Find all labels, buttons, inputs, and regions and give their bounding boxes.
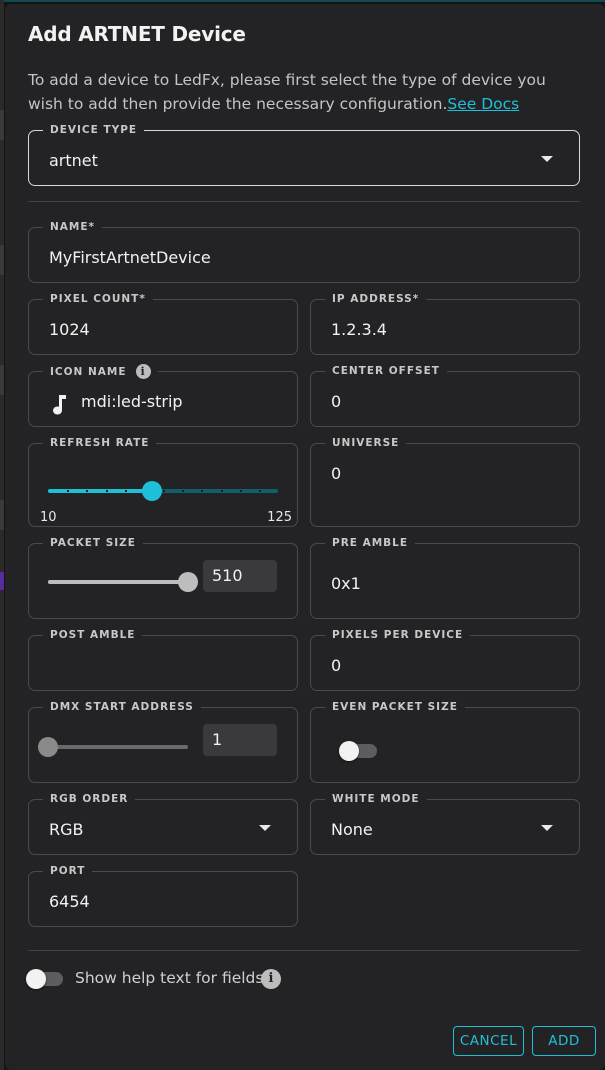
center-offset-label: CENTER OFFSET xyxy=(325,364,447,378)
packet-size-fill xyxy=(48,580,188,584)
background-mark xyxy=(0,365,4,395)
even-packet-size-toggle-thumb[interactable] xyxy=(339,741,359,761)
background-accent xyxy=(0,572,4,590)
background-mark xyxy=(0,110,4,140)
slider-tick-mark xyxy=(67,490,70,492)
slider-tick-mark xyxy=(86,490,89,492)
pre-amble-field[interactable]: PRE AMBLE 0x1 xyxy=(310,536,580,619)
dialog-description: To add a device to LedFx, please first s… xyxy=(28,68,573,116)
slider-tick-mark xyxy=(220,490,223,492)
ip-address-value: 1.2.3.4 xyxy=(331,320,387,339)
info-icon[interactable]: i xyxy=(135,364,151,379)
music-note-icon xyxy=(53,395,66,415)
pre-amble-label: PRE AMBLE xyxy=(325,536,416,550)
pixel-count-field[interactable]: PIXEL COUNT* 1024 xyxy=(28,292,298,355)
ip-address-label: IP ADDRESS* xyxy=(325,292,427,306)
add-button[interactable]: ADD xyxy=(532,1026,596,1056)
info-icon[interactable]: i xyxy=(261,969,281,989)
device-type-value: artnet xyxy=(49,151,98,170)
icon-name-field[interactable]: ICON NAME i mdi:led-strip xyxy=(28,364,298,427)
icon-name-label: ICON NAME xyxy=(50,365,127,378)
name-label: NAME* xyxy=(43,220,103,234)
dmx-start-address-label: DMX START ADDRESS xyxy=(43,700,201,714)
port-label: PORT xyxy=(43,864,93,878)
see-docs-link[interactable]: See Docs xyxy=(447,95,519,113)
background-top-line xyxy=(0,0,605,2)
dmx-start-address-field: DMX START ADDRESS 1 xyxy=(28,700,298,783)
rgb-order-value: RGB xyxy=(49,820,84,839)
device-type-label: DEVICE TYPE xyxy=(43,123,145,137)
packet-size-input[interactable]: 510 xyxy=(203,560,277,592)
universe-field[interactable]: UNIVERSE 0 xyxy=(310,436,580,527)
center-offset-value: 0 xyxy=(331,392,342,411)
background-mark xyxy=(0,500,4,530)
divider xyxy=(28,950,580,951)
help-text-toggle-thumb[interactable] xyxy=(26,969,46,989)
port-field[interactable]: PORT 6454 xyxy=(28,864,298,927)
white-mode-value: None xyxy=(331,820,373,839)
rgb-order-select[interactable]: RGB ORDER RGB xyxy=(28,792,298,855)
add-device-dialog: Add ARTNET Device To add a device to Led… xyxy=(5,4,605,1070)
rgb-order-label: RGB ORDER xyxy=(43,792,136,806)
pixel-count-value: 1024 xyxy=(49,320,90,339)
post-amble-label: POST AMBLE xyxy=(43,628,143,642)
universe-label: UNIVERSE xyxy=(325,436,407,450)
port-value: 6454 xyxy=(49,892,90,911)
center-offset-field[interactable]: CENTER OFFSET 0 xyxy=(310,364,580,427)
chevron-down-icon xyxy=(541,156,553,162)
packet-size-field: PACKET SIZE 510 xyxy=(28,536,298,619)
cancel-button[interactable]: CANCEL xyxy=(453,1026,524,1056)
slider-tick-mark xyxy=(182,490,185,492)
white-mode-select[interactable]: WHITE MODE None xyxy=(310,792,580,855)
background-mark xyxy=(0,245,4,275)
pixels-per-device-label: PIXELS PER DEVICE xyxy=(325,628,471,642)
even-packet-size-field: EVEN PACKET SIZE xyxy=(310,700,580,783)
ip-address-field[interactable]: IP ADDRESS* 1.2.3.4 xyxy=(310,292,580,355)
slider-tick-mark xyxy=(258,490,261,492)
slider-tick-mark xyxy=(201,490,204,492)
even-packet-size-label: EVEN PACKET SIZE xyxy=(325,700,465,714)
refresh-rate-max: 125 xyxy=(267,510,292,525)
dmx-start-address-thumb[interactable] xyxy=(38,737,58,757)
dmx-start-address-input[interactable]: 1 xyxy=(203,724,277,756)
pixel-count-label: PIXEL COUNT* xyxy=(43,292,153,306)
chevron-down-icon xyxy=(541,825,553,831)
refresh-rate-min: 10 xyxy=(40,510,57,525)
name-value: MyFirstArtnetDevice xyxy=(49,248,211,267)
slider-tick-mark xyxy=(163,490,165,492)
slider-tick-mark xyxy=(239,490,242,492)
post-amble-field[interactable]: POST AMBLE xyxy=(28,628,298,691)
help-text-label: Show help text for fields xyxy=(75,969,264,987)
universe-value: 0 xyxy=(331,464,342,483)
background-sidebar-edge xyxy=(0,0,4,1070)
dmx-start-address-track[interactable] xyxy=(48,745,188,749)
white-mode-label: WHITE MODE xyxy=(325,792,427,806)
refresh-rate-fill xyxy=(48,489,152,493)
pixels-per-device-field[interactable]: PIXELS PER DEVICE 0 xyxy=(310,628,580,691)
device-type-select[interactable]: DEVICE TYPE artnet xyxy=(28,123,580,186)
slider-tick-mark xyxy=(105,490,108,492)
pre-amble-value: 0x1 xyxy=(331,574,361,593)
refresh-rate-field: REFRESH RATE 10 125 xyxy=(28,436,298,527)
chevron-down-icon xyxy=(259,825,271,831)
refresh-rate-label: REFRESH RATE xyxy=(43,436,157,450)
pixels-per-device-value: 0 xyxy=(331,656,342,675)
slider-tick-mark xyxy=(124,490,127,492)
packet-size-thumb[interactable] xyxy=(178,572,198,592)
dialog-title: Add ARTNET Device xyxy=(28,22,246,46)
refresh-rate-thumb[interactable] xyxy=(141,481,162,501)
icon-name-label-wrap: ICON NAME i xyxy=(43,364,158,379)
name-field[interactable]: NAME* MyFirstArtnetDevice xyxy=(28,220,580,283)
packet-size-label: PACKET SIZE xyxy=(43,536,143,550)
icon-name-value: mdi:led-strip xyxy=(81,392,183,411)
divider xyxy=(28,201,580,202)
